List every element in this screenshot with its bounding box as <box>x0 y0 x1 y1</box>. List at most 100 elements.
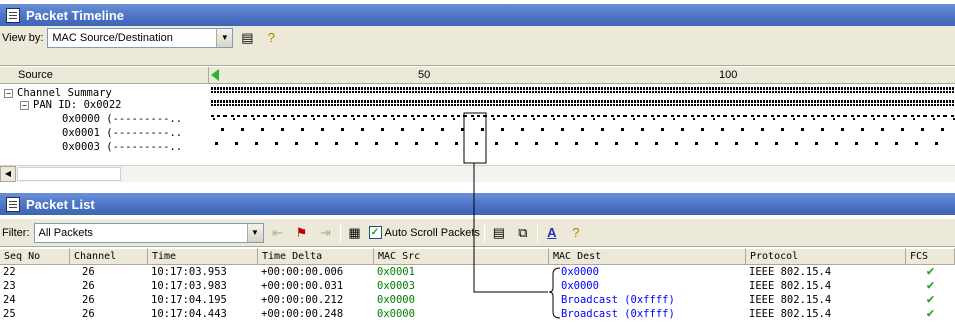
packet-mark[interactable] <box>640 87 642 90</box>
packet-mark[interactable] <box>676 87 678 90</box>
packet-mark[interactable] <box>364 91 366 93</box>
packet-mark[interactable] <box>784 91 786 93</box>
packet-mark[interactable] <box>916 104 918 106</box>
packet-mark[interactable] <box>835 91 837 93</box>
packet-mark[interactable] <box>277 100 279 103</box>
packet-mark[interactable] <box>673 104 675 106</box>
packet-mark[interactable] <box>343 91 345 93</box>
packet-mark[interactable] <box>664 104 666 106</box>
packet-mark[interactable] <box>571 91 573 93</box>
packet-mark[interactable] <box>814 100 816 103</box>
packet-mark[interactable] <box>517 100 519 103</box>
packet-mark[interactable] <box>397 91 399 93</box>
packet-mark[interactable] <box>601 100 603 103</box>
packet-mark[interactable] <box>619 87 621 90</box>
packet-mark[interactable] <box>706 91 708 93</box>
packet-mark[interactable] <box>274 104 276 106</box>
packet-mark[interactable] <box>469 100 471 103</box>
packet-mark[interactable] <box>493 104 495 106</box>
packet-mark[interactable] <box>325 104 327 106</box>
packet-mark[interactable] <box>409 104 411 106</box>
packet-mark[interactable] <box>881 128 884 131</box>
packet-mark[interactable] <box>361 128 364 131</box>
packet-mark[interactable] <box>211 104 213 106</box>
packet-mark[interactable] <box>853 100 855 103</box>
packet-mark[interactable] <box>685 87 687 90</box>
packet-mark[interactable] <box>445 100 447 103</box>
packet-mark[interactable] <box>448 87 450 90</box>
packet-mark[interactable] <box>403 91 405 93</box>
packet-mark[interactable] <box>808 104 810 106</box>
packet-mark[interactable] <box>598 104 600 106</box>
packet-mark[interactable] <box>739 91 741 93</box>
packet-mark[interactable] <box>697 91 699 93</box>
packet-mark[interactable] <box>607 100 609 103</box>
packet-mark[interactable] <box>601 128 604 131</box>
packet-mark[interactable] <box>491 115 494 117</box>
packet-mark[interactable] <box>862 87 864 90</box>
packet-mark[interactable] <box>631 115 634 117</box>
packet-mark[interactable] <box>802 100 804 103</box>
packet-mark[interactable] <box>739 87 741 90</box>
packet-mark[interactable] <box>628 100 630 103</box>
packet-mark[interactable] <box>496 87 498 90</box>
packet-mark[interactable] <box>286 91 288 93</box>
packet-mark[interactable] <box>355 104 357 106</box>
packet-mark[interactable] <box>265 87 267 90</box>
packet-mark[interactable] <box>394 91 396 93</box>
packet-mark[interactable] <box>448 104 450 106</box>
packet-mark[interactable] <box>820 100 822 103</box>
packet-mark[interactable] <box>862 91 864 93</box>
packet-mark[interactable] <box>811 104 813 106</box>
packet-mark[interactable] <box>358 91 360 93</box>
packet-mark[interactable] <box>778 91 780 93</box>
packet-mark[interactable] <box>873 118 875 120</box>
packet-mark[interactable] <box>304 91 306 93</box>
packet-mark[interactable] <box>799 100 801 103</box>
packet-mark[interactable] <box>301 100 303 103</box>
packet-mark[interactable] <box>949 91 951 93</box>
packet-mark[interactable] <box>297 115 300 117</box>
packet-mark[interactable] <box>343 87 345 90</box>
packet-mark[interactable] <box>949 104 951 106</box>
packet-mark[interactable] <box>559 100 561 103</box>
packet-mark[interactable] <box>475 91 477 93</box>
packet-mark[interactable] <box>604 104 606 106</box>
packet-mark[interactable] <box>883 91 885 93</box>
packet-mark[interactable] <box>238 100 240 103</box>
packet-mark[interactable] <box>478 91 480 93</box>
packet-mark[interactable] <box>325 91 327 93</box>
packet-mark[interactable] <box>850 104 852 106</box>
packet-mark[interactable] <box>877 91 879 93</box>
packet-mark[interactable] <box>628 87 630 90</box>
packet-mark[interactable] <box>706 100 708 103</box>
packet-mark[interactable] <box>433 87 435 90</box>
packet-mark[interactable] <box>358 87 360 90</box>
packet-mark[interactable] <box>649 91 651 93</box>
packet-mark[interactable] <box>280 91 282 93</box>
packet-mark[interactable] <box>319 91 321 93</box>
packet-mark[interactable] <box>358 100 360 103</box>
packet-mark[interactable] <box>925 100 927 103</box>
packet-mark[interactable] <box>421 104 423 106</box>
packet-mark[interactable] <box>235 87 237 90</box>
packet-mark[interactable] <box>295 87 297 90</box>
packet-mark[interactable] <box>703 91 705 93</box>
packet-mark[interactable] <box>622 104 624 106</box>
packet-mark[interactable] <box>682 91 684 93</box>
packet-mark[interactable] <box>874 87 876 90</box>
packet-mark[interactable] <box>439 100 441 103</box>
packet-mark[interactable] <box>859 91 861 93</box>
packet-mark[interactable] <box>949 100 951 103</box>
packet-mark[interactable] <box>505 91 507 93</box>
packet-mark[interactable] <box>469 91 471 93</box>
packet-mark[interactable] <box>844 87 846 90</box>
packet-mark[interactable] <box>394 100 396 103</box>
packet-mark[interactable] <box>586 104 588 106</box>
packet-mark[interactable] <box>745 104 747 106</box>
packet-mark[interactable] <box>511 115 514 117</box>
packet-mark[interactable] <box>893 118 895 120</box>
packet-mark[interactable] <box>271 104 273 106</box>
packet-mark[interactable] <box>673 87 675 90</box>
packet-mark[interactable] <box>799 87 801 90</box>
